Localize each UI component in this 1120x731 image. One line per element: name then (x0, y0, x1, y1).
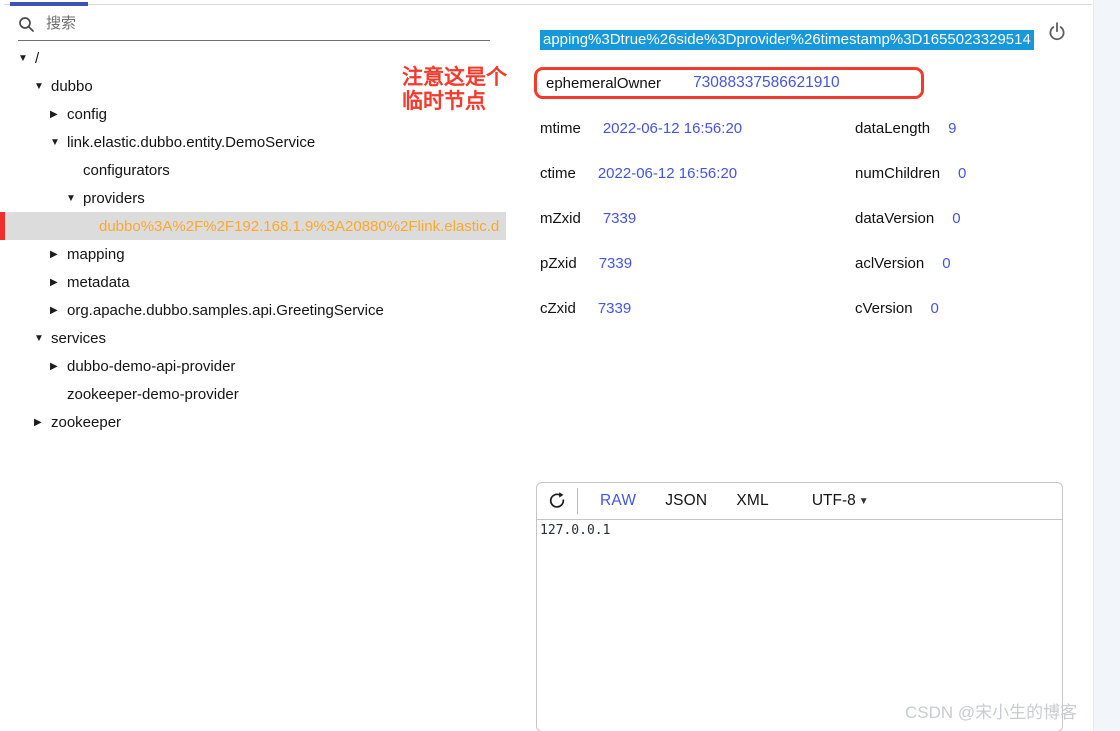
tab-raw[interactable]: RAW (600, 492, 636, 510)
tab-xml[interactable]: XML (736, 492, 768, 510)
node-data-panel: RAW JSON XML UTF-8 ▼ 127.0.0.1 (536, 482, 1063, 731)
tree-item[interactable]: dubbo%3A%2F%2F192.168.1.9%3A20880%2Flink… (0, 212, 506, 240)
stat-label: pZxid (540, 255, 577, 272)
ephemeral-owner-highlight-box: ephemeralOwner 73088337586621910 (534, 67, 924, 99)
search-icon (18, 16, 35, 38)
tree-item[interactable]: configurators (0, 156, 506, 184)
tree-item[interactable]: ▼services (0, 324, 506, 352)
stat-value: 7339 (599, 255, 632, 272)
chevron-right-icon[interactable]: ▶ (50, 249, 67, 260)
stats-column-left: mtime 2022-06-12 16:56:20 ctime 2022-06-12 … (540, 106, 742, 331)
node-data-content[interactable]: 127.0.0.1 (537, 520, 1062, 541)
stat-label: mZxid (540, 210, 581, 227)
stat-row: cVersion 0 (855, 286, 966, 331)
chevron-right-icon[interactable]: ▶ (50, 109, 67, 120)
tree-item-label: zookeeper-demo-provider (67, 386, 239, 403)
top-divider (4, 4, 1092, 5)
annotation-line2: 临时节点 (402, 90, 507, 114)
format-tabs: RAW JSON XML (600, 492, 798, 510)
tree-item[interactable]: ▶org.apache.dubbo.samples.api.GreetingSe… (0, 296, 506, 324)
stat-value: 9 (948, 120, 956, 137)
chevron-down-icon[interactable]: ▼ (50, 137, 67, 148)
tree-item-label: dubbo%3A%2F%2F192.168.1.9%3A20880%2Flink… (99, 218, 499, 235)
tree-item-label: mapping (67, 246, 125, 263)
stat-label: dataLength (855, 120, 930, 137)
stat-label: dataVersion (855, 210, 934, 227)
stat-value: 2022-06-12 16:56:20 (598, 165, 737, 182)
active-tab-indicator (10, 2, 88, 6)
stat-label: cZxid (540, 300, 576, 317)
stat-row: mZxid 7339 (540, 196, 742, 241)
stat-value: 0 (942, 255, 950, 272)
stat-row: dataVersion 0 (855, 196, 966, 241)
tree-item[interactable]: zookeeper-demo-provider (0, 380, 506, 408)
ephemeral-owner-label: ephemeralOwner (546, 75, 661, 92)
tree-item[interactable]: ▶metadata (0, 268, 506, 296)
stat-value: 7339 (598, 300, 631, 317)
search-input[interactable] (18, 13, 490, 41)
stats-column-right: dataLength9numChildren0dataVersion0aclVe… (855, 106, 966, 331)
chevron-right-icon[interactable]: ▶ (50, 277, 67, 288)
stat-value: 2022-06-12 16:56:20 (603, 120, 742, 137)
stat-label: aclVersion (855, 255, 924, 272)
tree-item[interactable]: ▶dubbo-demo-api-provider (0, 352, 506, 380)
tab-json[interactable]: JSON (665, 492, 707, 510)
watermark: CSDN @宋小生的博客 (905, 698, 1077, 723)
search-bar (18, 13, 490, 41)
chevron-right-icon[interactable]: ▶ (50, 361, 67, 372)
chevron-down-icon[interactable]: ▼ (34, 333, 51, 344)
chevron-right-icon[interactable]: ▶ (50, 305, 67, 316)
stat-label: cVersion (855, 300, 913, 317)
tree-item[interactable]: ▼link.elastic.dubbo.entity.DemoService (0, 128, 506, 156)
stat-label: ctime (540, 165, 576, 182)
tree-item-label: link.elastic.dubbo.entity.DemoService (67, 134, 315, 151)
stat-value: 0 (952, 210, 960, 227)
stat-value: 7339 (603, 210, 636, 227)
annotation-line1: 注意这是个 (402, 66, 507, 90)
tree-item[interactable]: ▶mapping (0, 240, 506, 268)
stat-value: 0 (931, 300, 939, 317)
encoding-dropdown[interactable]: UTF-8 ▼ (812, 492, 869, 510)
tree-item[interactable]: ▶zookeeper (0, 408, 506, 436)
chevron-down-icon[interactable]: ▼ (18, 53, 35, 64)
header-divider (577, 488, 578, 514)
stat-row: cZxid 7339 (540, 286, 742, 331)
stat-row: pZxid 7339 (540, 241, 742, 286)
tree-item[interactable]: ▼providers (0, 184, 506, 212)
window-edge-strip (1093, 0, 1120, 731)
tree-item-label: / (35, 50, 39, 67)
encoding-label: UTF-8 (812, 492, 856, 510)
node-path-selected-text[interactable]: apping%3Dtrue%26side%3Dprovider%26timest… (540, 30, 1034, 50)
chevron-right-icon[interactable]: ▶ (34, 417, 51, 428)
ephemeral-annotation: 注意这是个 临时节点 (402, 66, 507, 114)
stat-row: mtime 2022-06-12 16:56:20 (540, 106, 742, 151)
refresh-icon (547, 491, 567, 511)
stat-value: 0 (958, 165, 966, 182)
stat-row: aclVersion 0 (855, 241, 966, 286)
refresh-button[interactable] (537, 483, 577, 519)
data-panel-header: RAW JSON XML UTF-8 ▼ (537, 483, 1062, 520)
stat-label: mtime (540, 120, 581, 137)
tree-item-label: config (67, 106, 107, 123)
tree-item-label: zookeeper (51, 414, 121, 431)
ephemeral-owner-value: 73088337586621910 (693, 74, 840, 92)
chevron-down-icon: ▼ (859, 496, 869, 507)
tree-item-label: configurators (83, 162, 170, 179)
stat-row: ctime 2022-06-12 16:56:20 (540, 151, 742, 196)
tree-item-label: metadata (67, 274, 130, 291)
chevron-down-icon[interactable]: ▼ (66, 193, 83, 204)
tree-item-label: dubbo (51, 78, 93, 95)
tree-item-label: services (51, 330, 106, 347)
tree-item-label: dubbo-demo-api-provider (67, 358, 235, 375)
chevron-down-icon[interactable]: ▼ (34, 81, 51, 92)
tree-item-label: providers (83, 190, 145, 207)
tree-item-label: org.apache.dubbo.samples.api.GreetingSer… (67, 302, 384, 319)
stat-row: numChildren 0 (855, 151, 966, 196)
stat-row: dataLength 9 (855, 106, 966, 151)
stat-label: numChildren (855, 165, 940, 182)
power-icon[interactable] (1046, 21, 1068, 43)
